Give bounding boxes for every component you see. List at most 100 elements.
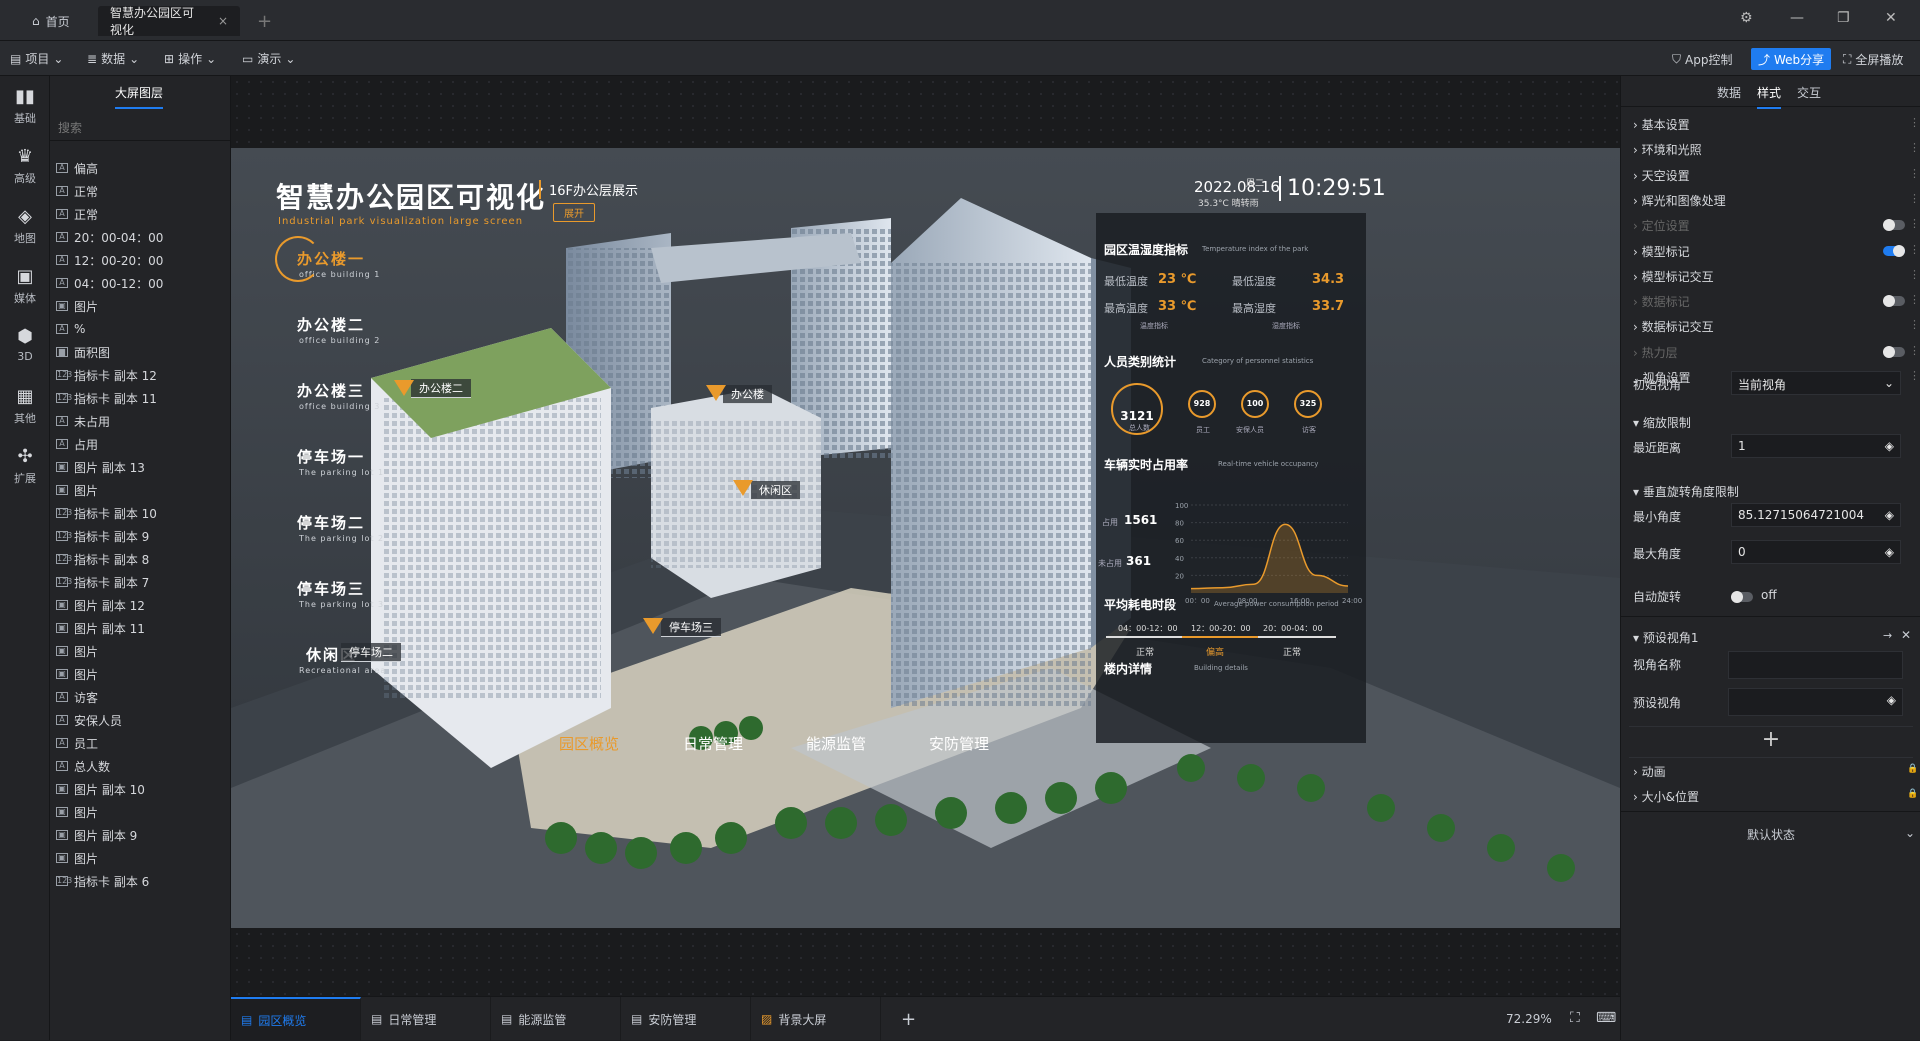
menu-demo[interactable]: ▭ 演示 ⌄	[242, 50, 295, 67]
section-toggle[interactable]	[1883, 244, 1905, 257]
close-window-icon[interactable]: ✕	[1885, 10, 1897, 26]
default-state-select[interactable]: 默认状态 ⌄	[1621, 826, 1920, 843]
section-header[interactable]: › 模型标记交互	[1633, 268, 1714, 285]
building-menu-item[interactable]: 办公楼二	[297, 314, 365, 335]
tab-home[interactable]: ⌂ 首页	[20, 6, 82, 36]
more-icon[interactable]: ⋮	[1909, 293, 1920, 306]
layer-item[interactable]: A 正常	[56, 203, 98, 225]
add-tab-button[interactable]: +	[245, 6, 284, 36]
map-label[interactable]: 办公楼二	[411, 379, 471, 398]
category-other[interactable]: ▦ 其他	[0, 386, 50, 426]
close-icon[interactable]: ×	[218, 14, 228, 28]
more-icon[interactable]: ⋮	[1909, 167, 1920, 180]
more-icon[interactable]: ⋮	[1909, 192, 1920, 205]
layer-item[interactable]: A 20：00-04：00	[56, 226, 163, 248]
tab-screen-layers[interactable]: 大屏图层	[115, 84, 164, 109]
nav-security-management[interactable]: 安防管理	[929, 733, 989, 754]
arrow-icon[interactable]: →	[1883, 629, 1892, 642]
layer-item[interactable]: 123 指标卡 副本 7	[56, 571, 149, 593]
page-tab-energy[interactable]: ▤ 能源监管	[491, 997, 621, 1041]
layer-item[interactable]: 123 指标卡 副本 8	[56, 548, 149, 570]
initial-view-select[interactable]: 当前视角 ⌄	[1731, 371, 1901, 395]
minimize-icon[interactable]: —	[1790, 10, 1804, 26]
fullscreen-button[interactable]: ⛶ 全屏播放	[1836, 48, 1910, 70]
more-icon[interactable]: ⋮	[1909, 243, 1920, 256]
add-page-button[interactable]: +	[891, 997, 931, 1041]
location-pin-icon[interactable]	[394, 380, 414, 396]
menu-operation[interactable]: ⊞ 操作 ⌄	[164, 50, 216, 67]
section-header[interactable]: › 模型标记	[1633, 243, 1690, 260]
layer-item[interactable]: A 偏高	[56, 157, 98, 179]
section-size-position[interactable]: › 大小&位置	[1633, 788, 1699, 805]
nav-park-overview[interactable]: 园区概览	[559, 733, 619, 754]
section-header[interactable]: › 基本设置	[1633, 116, 1690, 133]
layer-item[interactable]: A%	[56, 318, 85, 340]
tab-interaction[interactable]: 交互	[1797, 84, 1821, 107]
zoom-limit-header[interactable]: ▾ 缩放限制	[1633, 414, 1691, 431]
category-3d[interactable]: ⬢ 3D	[0, 326, 50, 363]
layer-item[interactable]: A 12：00-20：00	[56, 249, 163, 271]
category-advanced[interactable]: ♛ 高级	[0, 146, 50, 186]
map-label[interactable]: 休闲区	[751, 481, 800, 500]
layer-item[interactable]: ▣ 图片	[56, 847, 98, 869]
layer-item[interactable]: ▣ 图片 副本 10	[56, 778, 145, 800]
more-icon[interactable]: ⋮	[1909, 344, 1920, 357]
restore-icon[interactable]: ❐	[1837, 10, 1850, 26]
add-preset-button[interactable]: +	[1629, 726, 1913, 758]
layer-item[interactable]: 123 指标卡 副本 11	[56, 387, 157, 409]
layer-item[interactable]: A 员工	[56, 732, 98, 754]
layer-item[interactable]: 123 指标卡 副本 10	[56, 502, 157, 524]
layer-item[interactable]: ▣ 图片 副本 13	[56, 456, 145, 478]
nav-energy-monitoring[interactable]: 能源监管	[806, 733, 866, 754]
layer-search-input[interactable]: 搜索	[50, 111, 231, 141]
more-icon[interactable]: ⋮	[1909, 318, 1920, 331]
category-extension[interactable]: ✣ 扩展	[0, 446, 50, 486]
layer-item[interactable]: ▣ 图片	[56, 640, 98, 662]
nav-daily-management[interactable]: 日常管理	[683, 733, 743, 754]
layer-item[interactable]: A 未占用	[56, 410, 110, 432]
menu-data[interactable]: ≣ 数据 ⌄	[87, 50, 139, 67]
layer-item[interactable]: ▣ 图片 副本 9	[56, 824, 137, 846]
location-pin-icon[interactable]	[706, 385, 726, 401]
layer-item[interactable]: ▣ 图片	[56, 663, 98, 685]
layer-item[interactable]: ▣ 图片	[56, 295, 98, 317]
location-pin-icon[interactable]	[643, 618, 663, 634]
layer-item[interactable]: A 正常	[56, 180, 98, 202]
lock-icon[interactable]: 🔒	[1907, 764, 1918, 774]
web-share-button[interactable]: ⤴ Web分享	[1751, 48, 1832, 70]
map-label[interactable]: 停车场三	[661, 618, 721, 637]
section-header[interactable]: › 天空设置	[1633, 167, 1690, 184]
layer-item[interactable]: 123 指标卡 副本 9	[56, 525, 149, 547]
category-media[interactable]: ▣ 媒体	[0, 266, 50, 306]
section-header[interactable]: › 数据标记	[1633, 293, 1690, 310]
section-header[interactable]: › 热力层	[1633, 344, 1678, 361]
tab-project[interactable]: 智慧办公园区可视化 ×	[98, 6, 240, 37]
layer-item[interactable]: ▣ 图片	[56, 801, 98, 823]
layer-item[interactable]: A 占用	[56, 433, 98, 455]
more-icon[interactable]: ⋮	[1909, 116, 1920, 129]
page-tab-background[interactable]: ▨ 背景大屏	[751, 997, 881, 1041]
section-header[interactable]: › 环境和光照	[1633, 141, 1702, 158]
target-icon[interactable]: ◈	[1885, 545, 1894, 559]
big-screen-preview[interactable]: 智慧办公园区可视化 Industrial park visualization …	[231, 148, 1620, 928]
section-toggle[interactable]	[1883, 295, 1905, 308]
layer-item[interactable]: ▣ 图片 副本 12	[56, 594, 145, 616]
preset-view-input[interactable]: ◈	[1728, 688, 1903, 716]
building-menu-item[interactable]: 办公楼三	[297, 380, 365, 401]
target-icon[interactable]: ◈	[1885, 439, 1894, 453]
min-distance-input[interactable]: 1 ◈	[1731, 434, 1901, 458]
editor-canvas[interactable]: 智慧办公园区可视化 Industrial park visualization …	[231, 76, 1620, 996]
preset-name-input[interactable]	[1728, 651, 1903, 679]
lock-icon[interactable]: 🔒	[1907, 789, 1918, 799]
app-control-button[interactable]: ⛉ App控制	[1665, 48, 1739, 70]
rotation-limit-header[interactable]: ▾ 垂直旋转角度限制	[1633, 483, 1739, 500]
tab-data[interactable]: 数据	[1717, 84, 1741, 107]
map-label[interactable]: 办公楼	[723, 385, 772, 404]
section-header[interactable]: › 辉光和图像处理	[1633, 192, 1726, 209]
layer-item[interactable]: A 总人数	[56, 755, 110, 777]
section-animation[interactable]: › 动画	[1633, 763, 1666, 780]
page-tab-daily[interactable]: ▤ 日常管理	[361, 997, 491, 1041]
close-icon[interactable]: ✕	[1901, 628, 1911, 642]
layer-item[interactable]: A 访客	[56, 686, 98, 708]
more-icon[interactable]: ⋮	[1909, 217, 1920, 230]
